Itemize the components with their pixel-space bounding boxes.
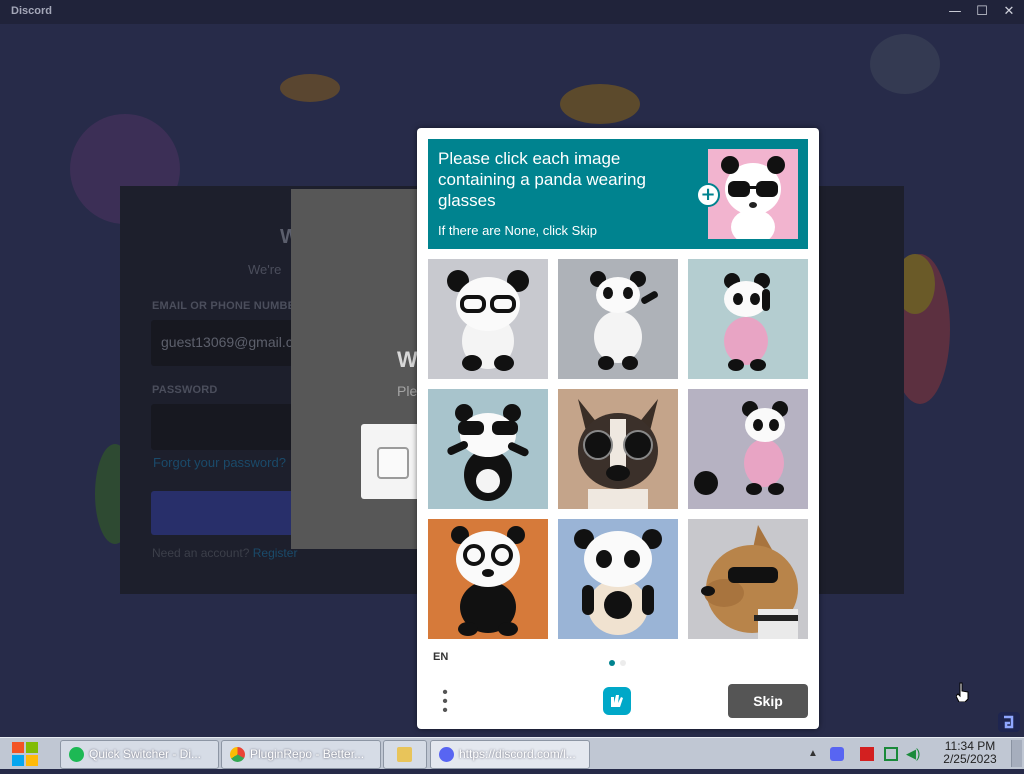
image-tile-3[interactable] <box>688 259 808 379</box>
show-desktop-button[interactable] <box>1011 740 1022 767</box>
clock-date: 2/25/2023 <box>943 752 997 766</box>
spotify-icon <box>69 747 84 762</box>
password-label: PASSWORD <box>152 384 218 396</box>
login-button[interactable] <box>151 491 311 535</box>
captcha-hint: If there are None, click Skip <box>438 223 597 238</box>
verify-subtitle: Ple <box>397 383 418 399</box>
app-title: Discord <box>11 5 52 17</box>
verify-title: W <box>397 347 418 372</box>
hcaptcha-logo-icon <box>601 685 633 717</box>
discord-tray-icon[interactable] <box>830 747 844 761</box>
minimize-button[interactable]: — <box>944 2 966 22</box>
login-subheading: We're <box>248 262 282 277</box>
flag-icon[interactable] <box>860 747 874 761</box>
background-illustration <box>280 74 340 102</box>
start-button[interactable] <box>6 738 50 769</box>
password-field[interactable] <box>151 404 293 450</box>
close-button[interactable]: ✕ <box>998 2 1020 22</box>
taskbar-item-explorer[interactable] <box>383 740 427 769</box>
image-tile-2[interactable] <box>558 259 678 379</box>
language-selector[interactable]: EN <box>433 651 448 663</box>
background-illustration <box>870 34 940 94</box>
background-illustration <box>560 84 640 124</box>
chevron-up-icon[interactable]: ▲ <box>806 747 820 761</box>
captcha-prompt: Please click each image containing a pan… <box>428 139 808 249</box>
captcha-checkbox[interactable] <box>377 447 409 479</box>
taskbar-item-label: PluginRepo - Better... <box>250 747 365 761</box>
forgot-password-link[interactable]: Forgot your password? <box>153 455 286 470</box>
discord-icon <box>439 747 454 762</box>
email-field[interactable]: guest13069@gmail.com <box>151 320 312 366</box>
register-line: Need an account? Register <box>152 546 297 560</box>
page-indicator-active <box>609 660 615 666</box>
email-value: guest13069@gmail.com <box>161 334 313 350</box>
taskbar-item-label: Quick Switcher - Di... <box>89 747 202 761</box>
taskbar: Quick Switcher - Di... PluginRepo - Bett… <box>0 737 1024 769</box>
app-titlebar: Discord — ☐ ✕ <box>0 0 1024 24</box>
tray-badge-icon <box>998 712 1020 732</box>
captcha-prompt-text: Please click each image containing a pan… <box>438 149 646 210</box>
hand-cursor-icon <box>955 682 970 703</box>
volume-icon[interactable]: ◀) <box>906 747 920 761</box>
example-image <box>708 149 798 239</box>
image-tile-9[interactable] <box>688 519 808 639</box>
image-tile-1[interactable] <box>428 259 548 379</box>
image-tile-6[interactable] <box>688 389 808 509</box>
page-indicator <box>620 660 626 666</box>
clock[interactable]: 11:34 PM 2/25/2023 <box>932 740 1008 766</box>
register-prompt: Need an account? <box>152 546 250 560</box>
image-tile-5[interactable] <box>558 389 678 509</box>
zoom-example-icon[interactable]: + <box>696 183 720 207</box>
image-tile-4[interactable] <box>428 389 548 509</box>
more-menu-icon[interactable]: • • • <box>437 685 453 719</box>
folder-icon <box>397 747 412 762</box>
taskbar-item-label: https://discord.com/l... <box>459 747 576 761</box>
email-label: EMAIL OR PHONE NUMBER <box>152 300 304 312</box>
taskbar-item-chrome[interactable]: PluginRepo - Better... <box>221 740 381 769</box>
maximize-button[interactable]: ☐ <box>971 2 993 22</box>
taskbar-item-discord[interactable]: https://discord.com/l... <box>430 740 590 769</box>
image-tile-8[interactable] <box>558 519 678 639</box>
image-tile-7[interactable] <box>428 519 548 639</box>
network-icon[interactable] <box>884 747 898 761</box>
taskbar-item-spotify[interactable]: Quick Switcher - Di... <box>60 740 219 769</box>
skip-button[interactable]: Skip <box>728 684 808 718</box>
chrome-icon <box>230 747 245 762</box>
captcha-challenge: Please click each image containing a pan… <box>417 128 819 729</box>
